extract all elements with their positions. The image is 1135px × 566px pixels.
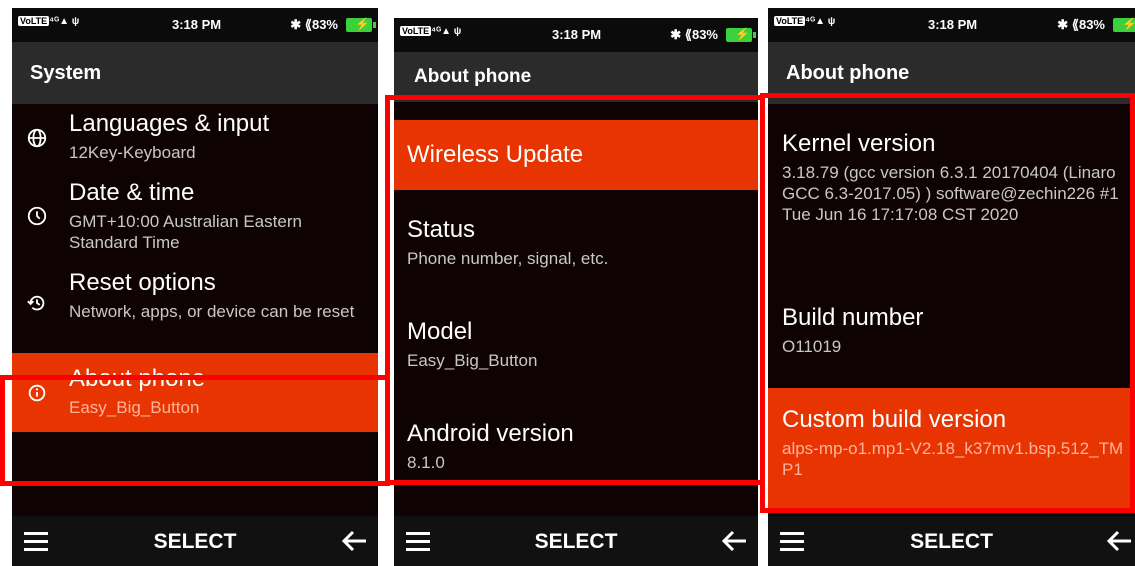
softkey-bar: SELECT [12, 516, 378, 566]
item-subtitle: alps-mp-o1.mp1-V2.18_k37mv1.bsp.512_TMP1 [782, 439, 1124, 479]
status-bar: VoLTE ⁴ᴳ▲ ψ 3:18 PM ✱ ⟪83% ⚡ [768, 8, 1135, 42]
back-arrow-icon[interactable] [342, 530, 368, 552]
list-item-reset[interactable]: Reset options Network, apps, or device c… [12, 261, 378, 345]
select-softkey[interactable]: SELECT [12, 530, 378, 554]
item-subtitle: Phone number, signal, etc. [407, 249, 609, 268]
signal-icon: VoLTE ⁴ᴳ▲ ψ [18, 16, 80, 27]
item-title: Android version [407, 420, 574, 447]
status-time: 3:18 PM [552, 27, 602, 42]
battery-icon: ⚡ [1113, 17, 1135, 32]
item-subtitle: Easy_Big_Button [407, 351, 538, 370]
page-title: About phone [768, 42, 1135, 104]
item-subtitle: 12Key-Keyboard [69, 143, 196, 162]
item-title: Reset options [69, 269, 216, 296]
item-title: Date & time [69, 179, 195, 206]
system-screen: VoLTE ⁴ᴳ▲ ψ 3:18 PM ✱ ⟪83% ⚡ System Langu… [12, 8, 378, 566]
list-item-model[interactable]: Model Easy_Big_Button [394, 292, 758, 394]
clock-icon [27, 206, 47, 226]
list-item-languages[interactable]: Languages & input 12Key-Keyboard [12, 104, 378, 171]
battery-percent: ✱ ⟪83% [1057, 17, 1105, 32]
item-subtitle: 3.18.79 (gcc version 6.3.1 20170404 (Lin… [782, 163, 1119, 224]
signal-icon: VoLTE ⁴ᴳ▲ ψ [400, 26, 462, 37]
battery-icon: ⚡ [726, 27, 756, 42]
list-item-kernel-version[interactable]: Kernel version 3.18.79 (gcc version 6.3.… [768, 104, 1135, 280]
status-time: 3:18 PM [928, 17, 978, 32]
battery-icon: ⚡ [346, 17, 376, 32]
item-title: Wireless Update [407, 141, 584, 168]
status-bar: VoLTE ⁴ᴳ▲ ψ 3:18 PM ✱ ⟪83% ⚡ [394, 18, 758, 52]
item-title: Languages & input [69, 110, 270, 137]
page-title: About phone [394, 52, 758, 102]
signal-icon: VoLTE ⁴ᴳ▲ ψ [774, 16, 836, 27]
about-phone-screen-2: VoLTE ⁴ᴳ▲ ψ 3:18 PM ✱ ⟪83% ⚡ About phone … [768, 8, 1135, 566]
select-softkey[interactable]: SELECT [768, 530, 1135, 554]
item-title: Kernel version [782, 130, 936, 157]
item-subtitle: GMT+10:00 Australian Eastern Standard Ti… [69, 212, 302, 252]
battery-percent: ✱ ⟪83% [670, 27, 718, 42]
item-title: Custom build version [782, 406, 1007, 433]
restore-icon [27, 295, 45, 311]
item-title: About phone [69, 365, 206, 392]
list-item-build-number[interactable]: Build number O11019 [768, 288, 1135, 370]
page-title: System [12, 42, 378, 104]
info-icon [28, 384, 46, 401]
back-arrow-icon[interactable] [1107, 530, 1133, 552]
item-title: Status [407, 216, 476, 243]
globe-icon [27, 128, 47, 147]
softkey-bar: SELECT [768, 516, 1135, 566]
battery-percent: ✱ ⟪83% [290, 17, 338, 32]
about-phone-screen-1: VoLTE ⁴ᴳ▲ ψ 3:18 PM ✱ ⟪83% ⚡ About phone … [394, 18, 758, 566]
list-item-android-version[interactable]: Android version 8.1.0 [394, 394, 758, 496]
list-item-custom-build-version[interactable]: Custom build version alps-mp-o1.mp1-V2.1… [768, 388, 1135, 512]
list-item-wireless-update[interactable]: Wireless Update [394, 120, 758, 190]
back-arrow-icon[interactable] [722, 530, 748, 552]
select-softkey[interactable]: SELECT [394, 530, 758, 554]
item-title: Build number [782, 304, 924, 331]
status-time: 3:18 PM [172, 17, 222, 32]
softkey-bar: SELECT [394, 516, 758, 566]
item-subtitle: 8.1.0 [407, 453, 445, 472]
status-bar: VoLTE ⁴ᴳ▲ ψ 3:18 PM ✱ ⟪83% ⚡ [12, 8, 378, 42]
item-subtitle: Easy_Big_Button [69, 398, 200, 417]
list-item-about-phone[interactable]: About phone Easy_Big_Button [12, 353, 378, 432]
item-subtitle: Network, apps, or device can be reset [69, 302, 355, 321]
list-item-status[interactable]: Status Phone number, signal, etc. [394, 190, 758, 292]
item-title: Model [407, 318, 473, 345]
list-item-date-time[interactable]: Date & time GMT+10:00 Australian Eastern… [12, 171, 378, 261]
item-subtitle: O11019 [782, 337, 842, 356]
